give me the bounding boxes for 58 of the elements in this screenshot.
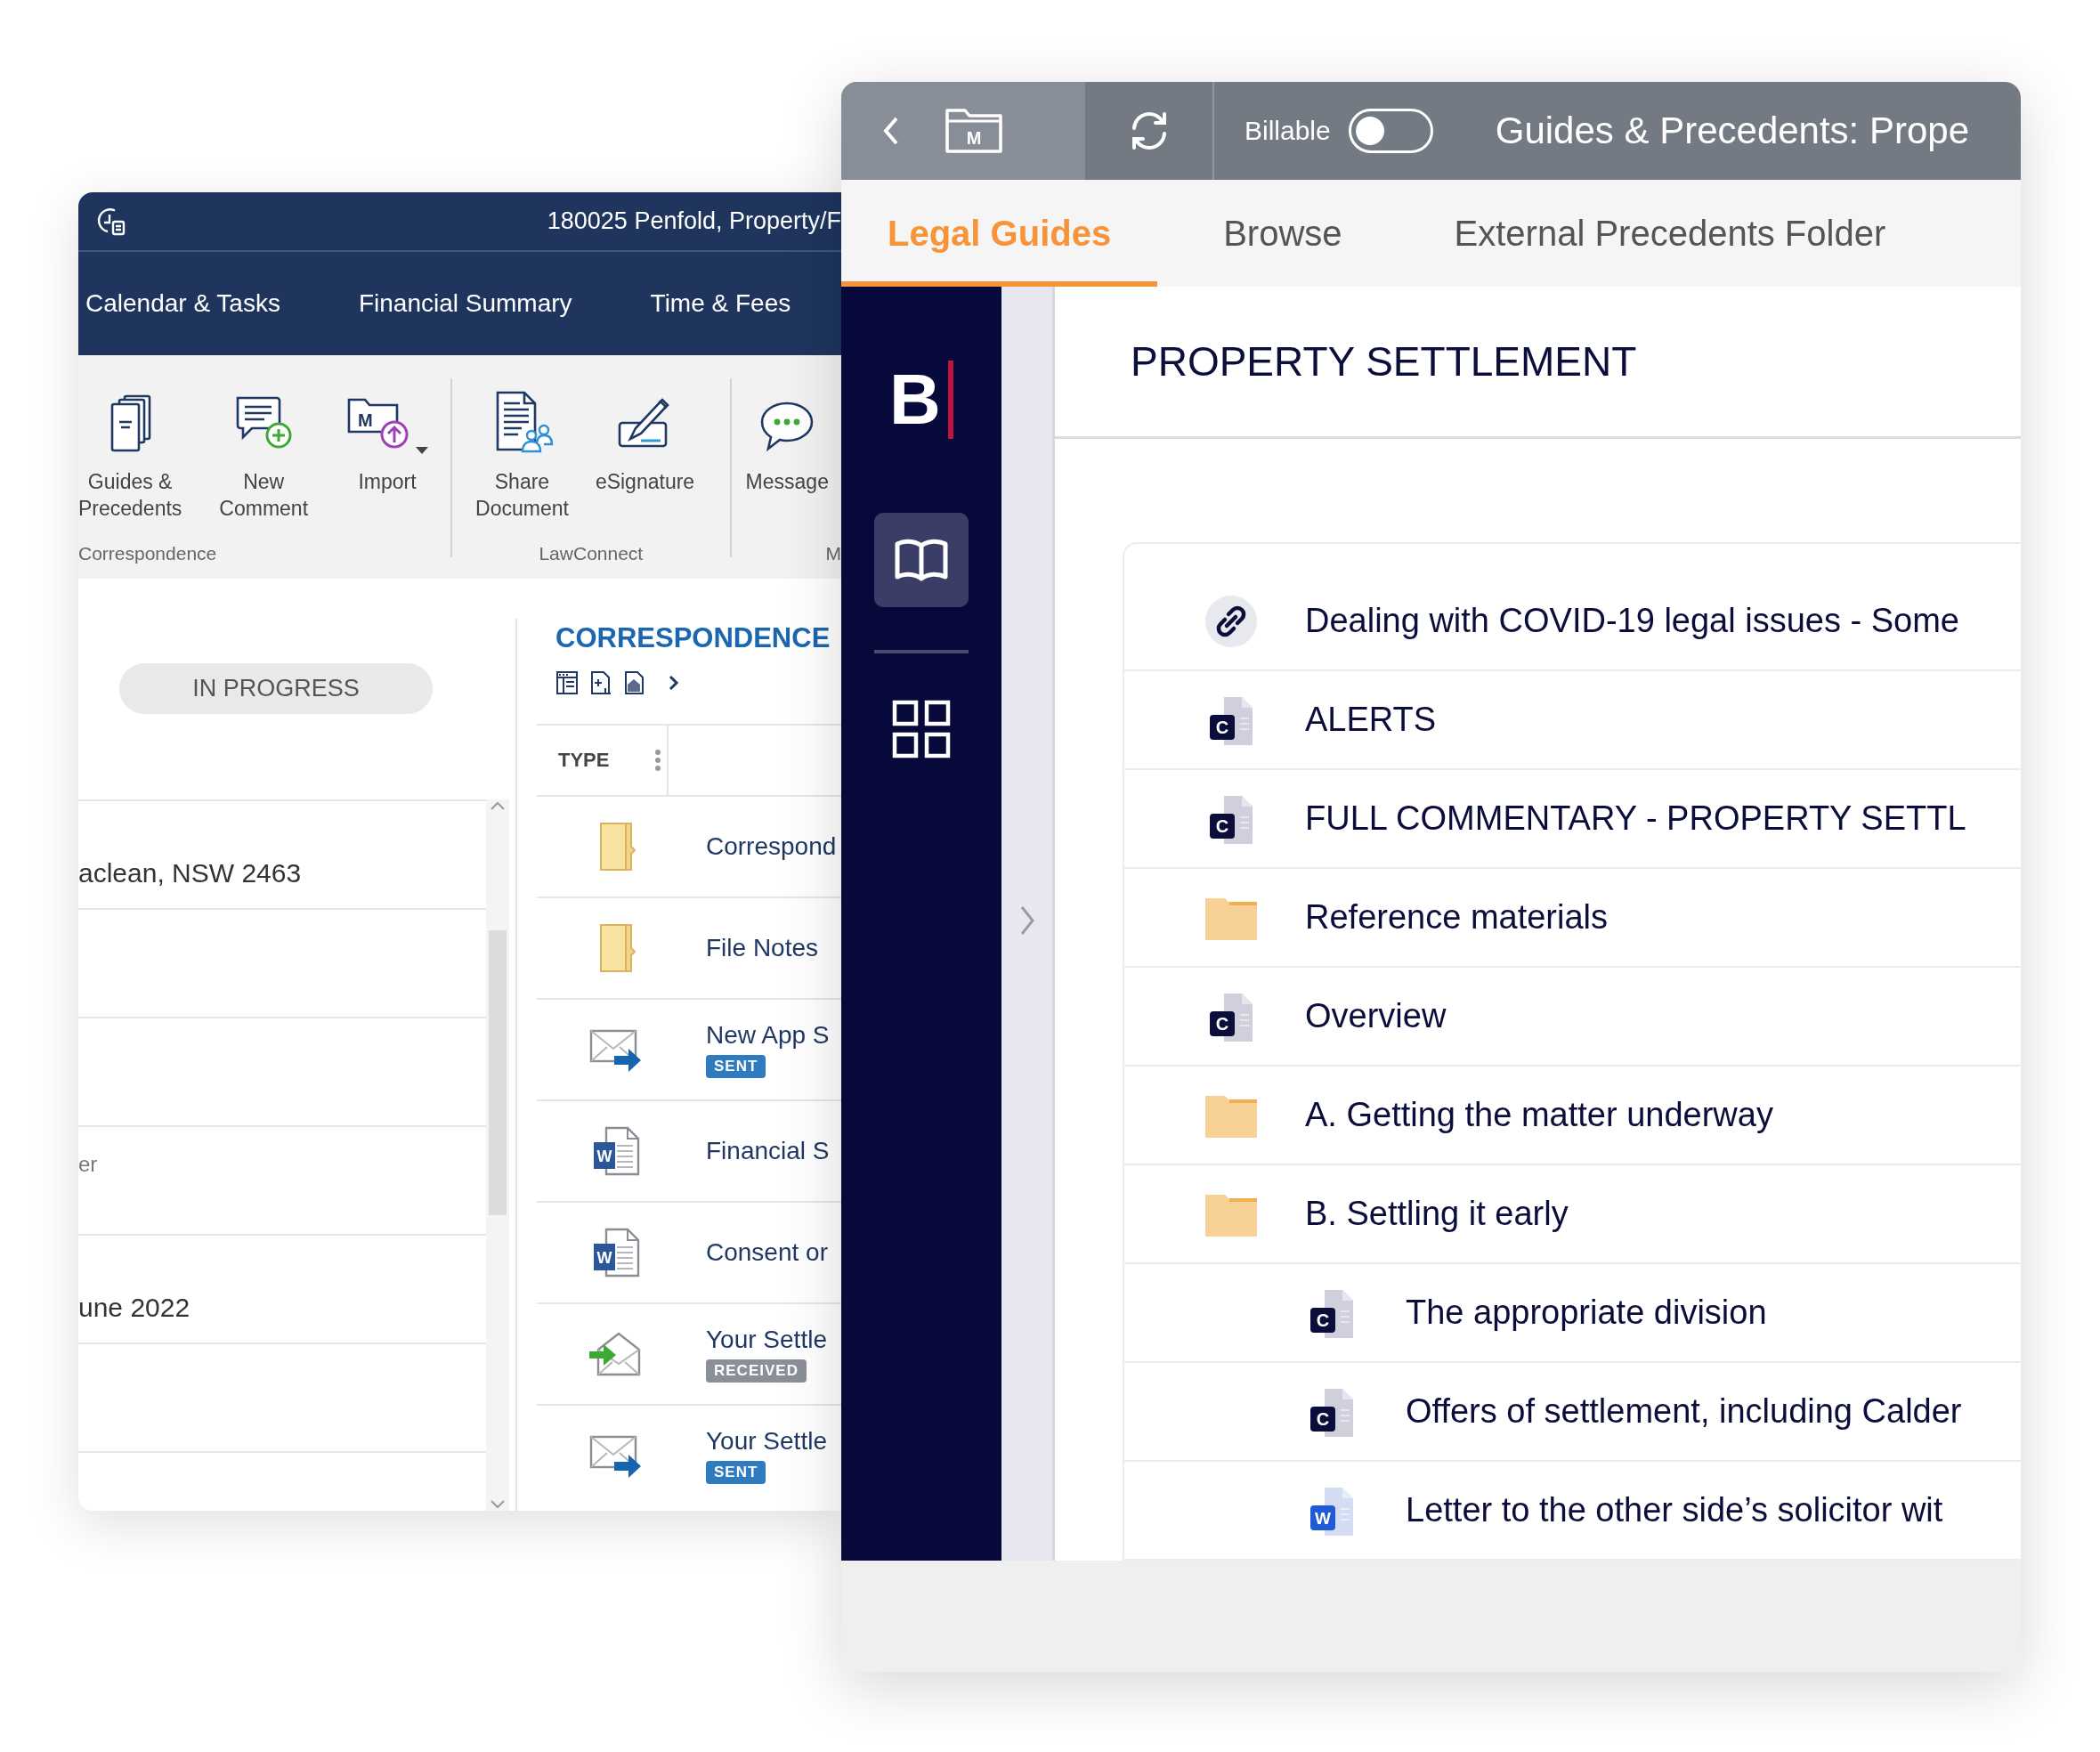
item-title: Consent or bbox=[706, 1238, 828, 1267]
list-item[interactable]: Dealing with COVID-19 legal issues - Some bbox=[1124, 572, 2021, 671]
grid-icon bbox=[892, 700, 951, 758]
field-label: er bbox=[78, 1152, 98, 1177]
list-item[interactable]: C The appropriate division bbox=[1124, 1264, 2021, 1363]
back-button[interactable] bbox=[882, 116, 900, 146]
group-label: M bbox=[824, 543, 841, 565]
scroll-down-icon[interactable] bbox=[490, 1499, 506, 1509]
column-header: TYPE bbox=[557, 749, 611, 772]
toggle-label: Billable bbox=[1245, 116, 1331, 146]
group-label: LawConnect bbox=[538, 543, 645, 565]
tab[interactable]: Calendar & Tasks bbox=[85, 252, 280, 355]
page-heading: PROPERTY SETTLEMENT bbox=[1131, 337, 1637, 385]
nav-button[interactable] bbox=[874, 513, 969, 607]
list-item[interactable]: C Overview bbox=[1124, 968, 2021, 1067]
item-title: Financial S bbox=[706, 1137, 830, 1165]
list-item[interactable]: C ALERTS bbox=[1124, 671, 2021, 770]
status-pill: IN PROGRESS bbox=[119, 663, 433, 714]
status-badge: SENT bbox=[706, 1461, 766, 1484]
logo: B bbox=[889, 360, 953, 440]
item-title: Correspond bbox=[706, 832, 837, 861]
list-item[interactable]: C FULL COMMENTARY - PROPERTY SETTL bbox=[1124, 770, 2021, 869]
window-title: Guides & Precedents: Prope bbox=[1495, 110, 1970, 152]
ribbon-button[interactable]: Share Document bbox=[475, 384, 569, 523]
tab[interactable]: External Precedents Folder bbox=[1407, 180, 1933, 287]
section-title: CORRESPONDENCE bbox=[555, 622, 831, 654]
layout-icon[interactable] bbox=[555, 670, 579, 695]
ribbon-button[interactable]: eSignature bbox=[595, 384, 695, 496]
more-icon[interactable] bbox=[654, 749, 661, 772]
status-badge: RECEIVED bbox=[706, 1359, 807, 1383]
item-title: New App S bbox=[706, 1021, 830, 1050]
caret-icon[interactable] bbox=[415, 446, 430, 455]
status-badge: SENT bbox=[706, 1055, 766, 1078]
billable-toggle[interactable] bbox=[1348, 109, 1433, 153]
field-value: une 2022 bbox=[78, 1293, 191, 1323]
tab[interactable]: Time & Fees bbox=[650, 252, 791, 355]
field-value: aclean, NSW 2463 bbox=[78, 858, 302, 888]
ribbon-button[interactable]: New Comment bbox=[219, 384, 309, 523]
scrollbar-thumb[interactable] bbox=[489, 930, 507, 1215]
link-icon bbox=[1204, 594, 1258, 648]
list-item[interactable]: A. Getting the matter underway bbox=[1124, 1067, 2021, 1165]
tab[interactable]: Browse bbox=[1177, 180, 1389, 287]
ribbon-button[interactable]: Message bbox=[745, 384, 829, 496]
ribbon-button[interactable]: M Import bbox=[345, 384, 430, 496]
item-title: Your Settle bbox=[706, 1326, 827, 1354]
list-item[interactable]: Reference materials bbox=[1124, 869, 2021, 968]
book-icon bbox=[894, 538, 949, 582]
item-title: Your Settle bbox=[706, 1427, 827, 1456]
group-label: Correspondence bbox=[78, 543, 218, 565]
window-title: 180025 Penfold, Property/F bbox=[547, 207, 841, 235]
tab[interactable]: Financial Summary bbox=[358, 252, 572, 355]
list-item[interactable]: C Offers of settlement, including Calder bbox=[1124, 1363, 2021, 1462]
list-item[interactable]: B. Settling it early bbox=[1124, 1165, 2021, 1264]
document-home-icon[interactable] bbox=[623, 670, 646, 695]
item-title: File Notes bbox=[706, 934, 819, 962]
ribbon-button[interactable]: Guides & Precedents bbox=[78, 384, 182, 523]
scroll-up-icon[interactable] bbox=[490, 801, 506, 811]
document-add-icon[interactable] bbox=[589, 670, 612, 695]
